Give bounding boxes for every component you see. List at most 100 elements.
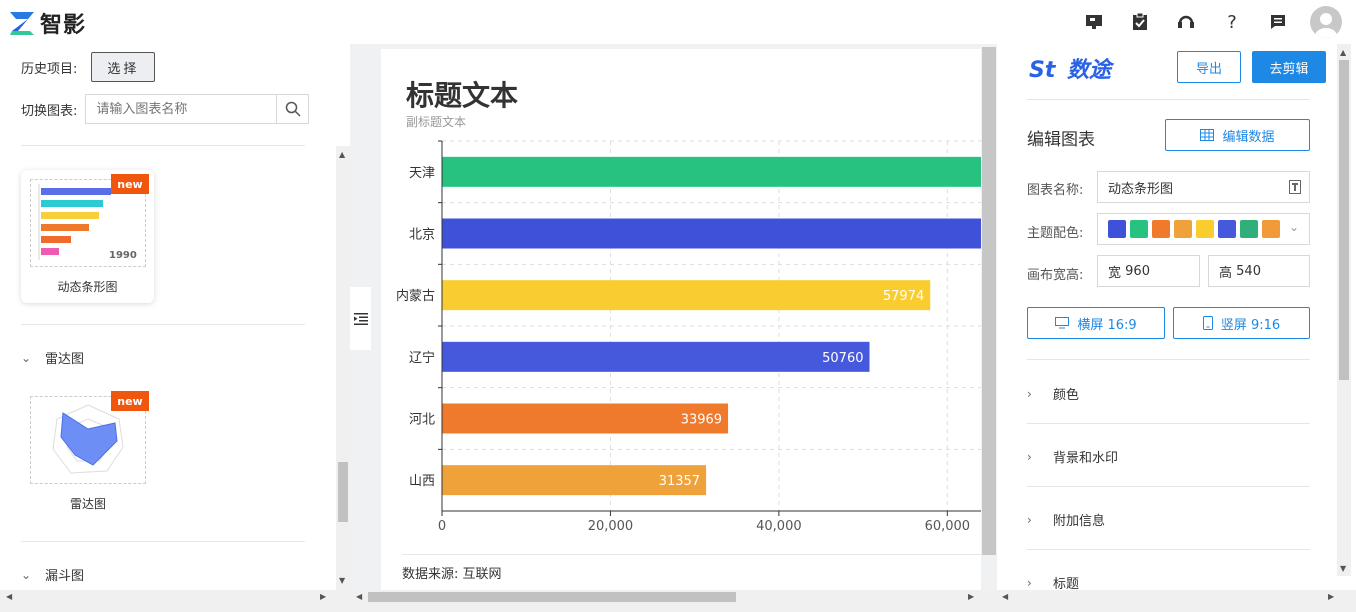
height-label: 高 <box>1219 265 1233 281</box>
left-h-scrollbar[interactable]: ◀ ▶ <box>0 590 336 604</box>
user-avatar[interactable] <box>1310 6 1342 38</box>
value-label: 57974 <box>883 289 924 304</box>
category-label: 天津 <box>409 166 435 181</box>
value-label: 31357 <box>659 474 700 489</box>
thumbnail-year: 1990 <box>109 250 137 261</box>
category-label: 内蒙古 <box>396 288 435 304</box>
edit-data-button[interactable]: 编辑数据 <box>1165 119 1310 151</box>
switch-chart-label: 切换图表: <box>21 103 78 119</box>
theme-swatch <box>1130 220 1148 238</box>
bar[interactable] <box>442 218 981 249</box>
value-label: 50760 <box>822 351 863 366</box>
chart-name-label: 图表名称: <box>1027 183 1084 198</box>
collapse-panel-icon[interactable] <box>350 287 371 350</box>
headset-icon[interactable] <box>1172 8 1200 36</box>
brand-logo: St 数途 <box>1029 52 1111 84</box>
canvas-width-input[interactable]: 宽 960 <box>1097 255 1200 287</box>
accordion-label: 附加信息 <box>1053 514 1106 529</box>
chevron-down-icon: ⌄ <box>21 350 32 365</box>
chart-name-input[interactable]: 动态条形图 <box>1097 171 1310 203</box>
chevron-down-icon: ⌄ <box>1288 220 1299 234</box>
table-icon <box>1200 129 1215 141</box>
x-tick-label: 0 <box>438 519 446 534</box>
monitor-icon[interactable] <box>1080 8 1108 36</box>
accordion-color[interactable]: › 颜色 <box>1027 384 1080 404</box>
theme-swatch <box>1152 220 1170 238</box>
theme-select[interactable]: ⌄ <box>1097 213 1310 245</box>
accordion-label: 背景和水印 <box>1053 451 1119 466</box>
app-logo-icon <box>10 12 34 35</box>
accordion-background-watermark[interactable]: › 背景和水印 <box>1027 447 1119 467</box>
canvas-scrollbar[interactable] <box>982 47 996 555</box>
chart-editor-panel: St 数途 导出 去剪辑 编辑图表 编辑数据 图表名称: 动态条形图 主题配色:… <box>997 44 1356 592</box>
left-scrollbar[interactable]: ▲ ▼ <box>336 146 350 590</box>
chart-search-input[interactable] <box>86 95 277 123</box>
chevron-down-icon: ⌄ <box>21 567 32 582</box>
canvas-size-label: 画布宽高: <box>1027 268 1084 283</box>
chevron-right-icon: › <box>1027 512 1032 527</box>
chart-library-panel: 历史项目: 选择 切换图表: 1990 new 动态条形图 <box>0 44 350 590</box>
theme-swatch <box>1262 220 1280 238</box>
chart-card-dynamic-bar[interactable]: 1990 new 动态条形图 <box>21 170 154 303</box>
history-label: 历史项目: <box>21 61 78 77</box>
value-label: 33969 <box>681 413 722 428</box>
theme-swatch <box>1196 220 1214 238</box>
category-label: 辽宁 <box>409 350 435 366</box>
brand-icon: St <box>1029 58 1057 81</box>
category-label: 北京 <box>409 228 435 243</box>
width-value: 960 <box>1125 263 1150 279</box>
choose-button[interactable]: 选择 <box>91 52 156 82</box>
x-tick-label: 40,000 <box>756 519 802 534</box>
monitor-icon <box>1055 317 1070 329</box>
category-label: 河北 <box>409 413 435 428</box>
accordion-label: 颜色 <box>1053 388 1080 403</box>
search-button[interactable] <box>276 95 308 123</box>
right-scrollbar[interactable]: ▲ ▼ <box>1337 44 1351 576</box>
canvas-h-scrollbar[interactable]: ◀ ▶ <box>352 590 982 604</box>
landscape-button[interactable]: 横屏 16:9 <box>1027 307 1165 339</box>
edit-chart-title: 编辑图表 <box>1027 130 1095 150</box>
chart-canvas[interactable]: 标题文本 副标题文本 天津 北京 内蒙古 57974 辽宁 50760 河北 33969 山西 3… <box>381 49 981 590</box>
bar-chart: 天津北京内蒙古 57974 辽宁 50760 河北 33969 山西 31357 0 20,000… <box>396 140 981 534</box>
new-badge: new <box>111 174 149 194</box>
svg-text:St: St <box>1029 58 1057 81</box>
help-icon[interactable]: ? <box>1218 8 1246 36</box>
x-tick-label: 20,000 <box>588 519 634 534</box>
canvas-area: 标题文本 副标题文本 天津 北京 内蒙古 57974 辽宁 50760 河北 33969 山西 3… <box>350 44 997 590</box>
divider <box>402 554 981 555</box>
theme-label: 主题配色: <box>1027 226 1084 241</box>
canvas-height-input[interactable]: 高 540 <box>1208 255 1310 287</box>
chart-search-box <box>85 94 310 124</box>
right-h-scrollbar[interactable]: ◀ ▶ <box>998 590 1356 604</box>
height-value: 540 <box>1236 263 1261 279</box>
app-logo[interactable]: 智影 <box>8 7 86 39</box>
clipboard-check-icon[interactable] <box>1126 8 1154 36</box>
chevron-right-icon: › <box>1027 449 1032 464</box>
width-label: 宽 <box>1108 265 1122 281</box>
divider <box>21 324 305 325</box>
accordion-extra-info[interactable]: › 附加信息 <box>1027 510 1106 530</box>
top-bar: 智影 ? <box>0 0 1356 44</box>
bar[interactable] <box>442 280 931 311</box>
divider <box>1027 486 1310 487</box>
portrait-label: 竖屏 9:16 <box>1220 317 1281 333</box>
chart-name-value: 动态条形图 <box>1108 181 1174 197</box>
chevron-right-icon: › <box>1027 575 1032 590</box>
edit-video-button[interactable]: 去剪辑 <box>1252 51 1326 83</box>
app-name: 智影 <box>40 13 87 38</box>
brand-name: 数途 <box>1067 58 1112 83</box>
theme-swatches <box>1108 220 1284 238</box>
section-funnel[interactable]: ⌄ 漏斗图 <box>21 565 84 585</box>
bar[interactable] <box>442 156 981 187</box>
new-badge: new <box>111 391 149 411</box>
export-button[interactable]: 导出 <box>1177 51 1241 83</box>
message-icon[interactable] <box>1264 8 1292 36</box>
chart-card-label: 动态条形图 <box>57 280 118 294</box>
theme-swatch <box>1174 220 1192 238</box>
section-radar[interactable]: ⌄ 雷达图 <box>21 348 84 368</box>
bar[interactable] <box>442 341 870 372</box>
divider <box>21 145 305 146</box>
divider <box>1027 99 1310 100</box>
text-field-icon <box>1289 180 1301 194</box>
portrait-button[interactable]: 竖屏 9:16 <box>1173 307 1310 339</box>
